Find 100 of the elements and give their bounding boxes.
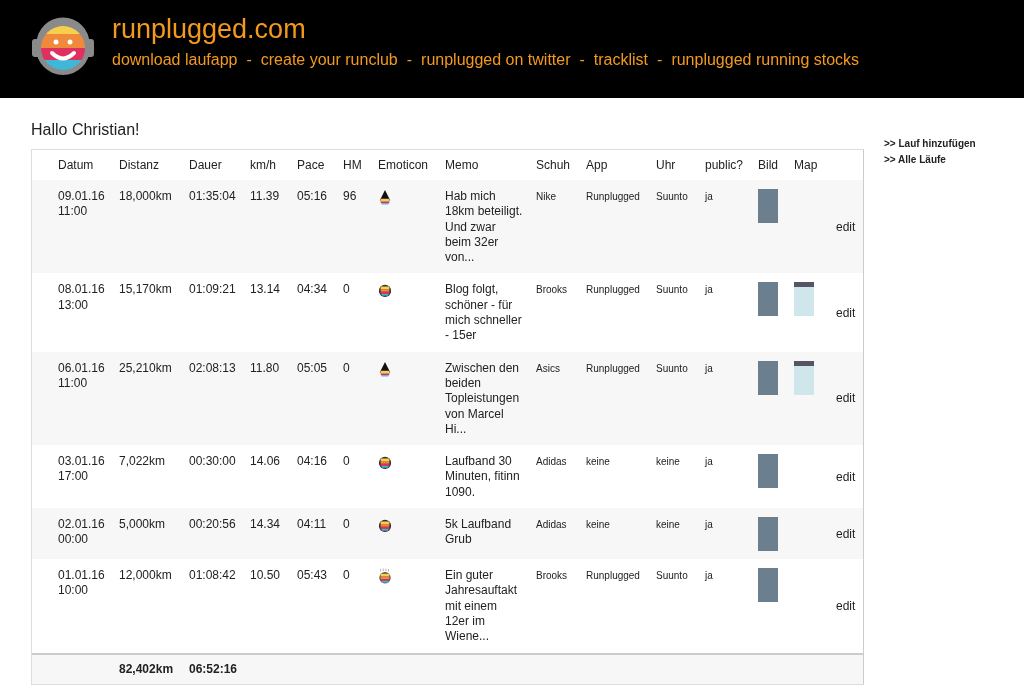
table-cell: 05:16	[297, 180, 343, 274]
nav-link[interactable]: runplugged running stocks	[671, 51, 860, 69]
table-cell: keine	[586, 445, 656, 509]
table-cell: 04:34	[297, 273, 343, 352]
headphone-face-icon	[378, 282, 392, 299]
column-header: Emoticon	[378, 150, 445, 180]
nav-separator: -	[246, 51, 252, 69]
table-cell: Runplugged	[586, 273, 656, 352]
nav-separator: -	[657, 51, 663, 69]
table-cell: 14.06	[250, 445, 297, 509]
table-cell: Runplugged	[586, 559, 656, 654]
table-cell: 04:16	[297, 445, 343, 509]
table-cell: 18,000km	[119, 180, 189, 274]
memo-text: Zwischen den beiden Topleistungen von Marcel Hi...	[445, 360, 520, 436]
memo-text: Ein guter Jahresauftakt mit einem 12er im Wiene...	[445, 568, 518, 644]
table-cell: 14.34	[250, 508, 297, 560]
memo-text: Laufband 30 Minuten, fitinn 1090.	[445, 454, 520, 499]
table-cell: ja	[705, 180, 758, 274]
photo-placeholder[interactable]	[758, 568, 778, 603]
table-cell: Runplugged	[586, 351, 656, 446]
table-cell: ja	[705, 351, 758, 446]
greeting-text: Hallo Christian!	[31, 120, 141, 139]
table-cell: 11.80	[250, 351, 297, 446]
photo-placeholder[interactable]	[758, 454, 778, 489]
table-cell: 11.39	[250, 180, 297, 274]
site-title[interactable]: runplugged.com	[112, 13, 860, 45]
table-cell: 06.01.16 11:00	[58, 351, 119, 446]
table-cell: 09.01.16 11:00	[58, 180, 119, 274]
table-cell: 12,000km	[119, 559, 189, 654]
table-cell: Adidas	[536, 445, 586, 509]
table-cell: Suunto	[656, 273, 705, 352]
edit-link[interactable]: edit	[836, 469, 856, 484]
hooded-face-icon	[378, 189, 392, 205]
memo-text: Hab mich 18km beteiligt. Und zwar beim 32er von...	[445, 189, 523, 265]
nav-link[interactable]: tracklist	[593, 51, 649, 69]
table-cell: Brooks	[536, 559, 586, 654]
table-cell: 0	[343, 273, 378, 352]
hooded-face-icon	[378, 360, 392, 377]
photo-placeholder[interactable]	[758, 360, 778, 395]
sweating-face-icon	[378, 568, 392, 585]
column-header: App	[586, 150, 656, 180]
table-cell: 04:11	[297, 508, 343, 560]
headphone-face-icon	[378, 454, 392, 471]
table-cell: 02:08:13	[189, 351, 250, 446]
edit-link[interactable]: edit	[836, 219, 856, 234]
table-cell: 96	[343, 180, 378, 274]
table-cell: 01:08:42	[189, 559, 250, 654]
table-cell: 01:09:21	[189, 273, 250, 352]
table-cell: ja	[705, 445, 758, 509]
photo-placeholder[interactable]	[758, 517, 778, 552]
nav-link[interactable]: download laufapp	[112, 51, 238, 69]
table-cell: 0	[343, 445, 378, 509]
table-cell: Runplugged	[586, 180, 656, 274]
nav-separator: -	[579, 51, 585, 69]
table-cell: 0	[343, 508, 378, 560]
column-header: Distanz	[119, 150, 189, 180]
table-cell: Suunto	[656, 559, 705, 654]
table-cell: 7,022km	[119, 445, 189, 509]
column-header: Schuh	[536, 150, 586, 180]
total-distance: 82,402km	[119, 653, 189, 684]
edit-link[interactable]: edit	[836, 598, 856, 613]
table-cell: 03.01.16 17:00	[58, 445, 119, 509]
table-cell: keine	[586, 508, 656, 560]
table-cell: 00:20:56	[189, 508, 250, 560]
table-cell: 13.14	[250, 273, 297, 352]
table-cell: Nike	[536, 180, 586, 274]
table-cell: 25,210km	[119, 351, 189, 446]
edit-link[interactable]: edit	[836, 391, 856, 406]
table-cell: keine	[656, 445, 705, 509]
table-cell: Adidas	[536, 508, 586, 560]
nav-separator: -	[406, 51, 413, 69]
edit-link[interactable]: edit	[836, 305, 856, 320]
table-cell: Brooks	[536, 273, 586, 352]
table-cell: 02.01.16 00:00	[58, 508, 119, 560]
photo-placeholder[interactable]	[758, 282, 778, 317]
table-cell: 01.01.16 10:00	[58, 559, 119, 654]
total-duration: 06:52:16	[189, 653, 250, 684]
memo-text: 5k Laufband Grub	[445, 517, 512, 547]
column-header: Dauer	[189, 150, 250, 180]
column-header: Map	[794, 150, 835, 180]
table-cell: 15,170km	[119, 273, 189, 352]
nav-link[interactable]: runplugged on twitter	[421, 51, 571, 69]
table-cell: 0	[343, 559, 378, 654]
table-cell: 00:30:00	[189, 445, 250, 509]
sidebar-link[interactable]: >> Alle Läufe	[884, 154, 976, 165]
nav-link[interactable]: create your runclub	[260, 51, 398, 69]
table-cell: 08.01.16 13:00	[58, 273, 119, 352]
column-header: HM	[343, 150, 378, 180]
table-cell: 0	[343, 351, 378, 446]
table-cell: ja	[705, 273, 758, 352]
sidebar-link[interactable]: >> Lauf hinzufügen	[884, 138, 976, 149]
memo-text: Blog folgt, schöner - für mich schneller - 15er	[445, 282, 522, 343]
table-cell: Suunto	[656, 351, 705, 446]
map-thumbnail[interactable]	[794, 282, 814, 317]
table-cell: ja	[705, 559, 758, 654]
table-cell: Suunto	[656, 180, 705, 274]
column-header: km/h	[250, 150, 297, 180]
table-cell: 01:35:04	[189, 180, 250, 274]
column-header: Uhr	[656, 150, 705, 180]
map-thumbnail[interactable]	[794, 360, 814, 395]
